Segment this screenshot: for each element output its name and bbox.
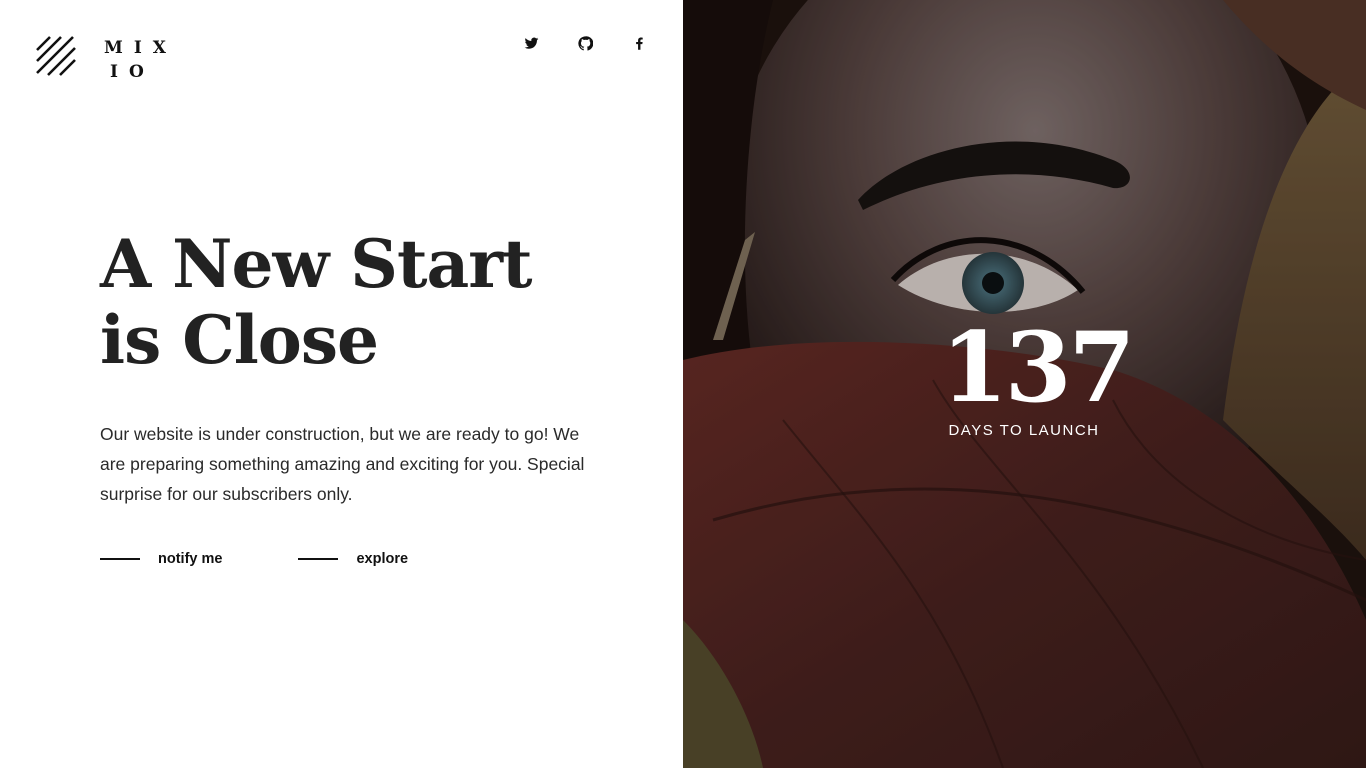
explore-label: explore <box>356 551 409 567</box>
hero-image-panel: 137 DAYS TO LAUNCH <box>683 0 1366 768</box>
title-line-2: is Close <box>100 301 379 379</box>
brand-name-line1: MIX <box>104 38 177 58</box>
dash-line-icon <box>100 558 140 560</box>
facebook-link[interactable] <box>624 33 654 53</box>
explore-button[interactable]: explore <box>298 548 408 570</box>
dash-line-icon <box>298 558 339 560</box>
notify-me-button[interactable]: notify me <box>100 548 222 570</box>
hero-description: Our website is under construction, but w… <box>100 424 585 504</box>
github-link[interactable] <box>570 33 600 53</box>
brand-name: MIX IO <box>104 36 180 84</box>
brand-name-line2: IO <box>110 62 155 82</box>
countdown: 137 DAYS TO LAUNCH <box>941 311 1135 440</box>
countdown-label: DAYS TO LAUNCH <box>948 422 1100 439</box>
facebook-icon <box>635 36 643 50</box>
github-icon <box>577 35 593 50</box>
twitter-icon <box>524 37 538 49</box>
left-panel: MIX IO A New Start is Close Our website … <box>0 0 683 768</box>
logo-link[interactable]: MIX IO <box>36 36 180 84</box>
twitter-link[interactable] <box>516 33 546 53</box>
notify-me-label: notify me <box>158 551 223 567</box>
action-links: notify me explore <box>100 548 484 570</box>
title-line-1: A New Start <box>100 225 532 303</box>
social-links <box>516 33 654 53</box>
page-title: A New Start is Close <box>100 225 532 379</box>
countdown-value: 137 <box>941 311 1135 424</box>
logo-icon <box>36 36 76 76</box>
